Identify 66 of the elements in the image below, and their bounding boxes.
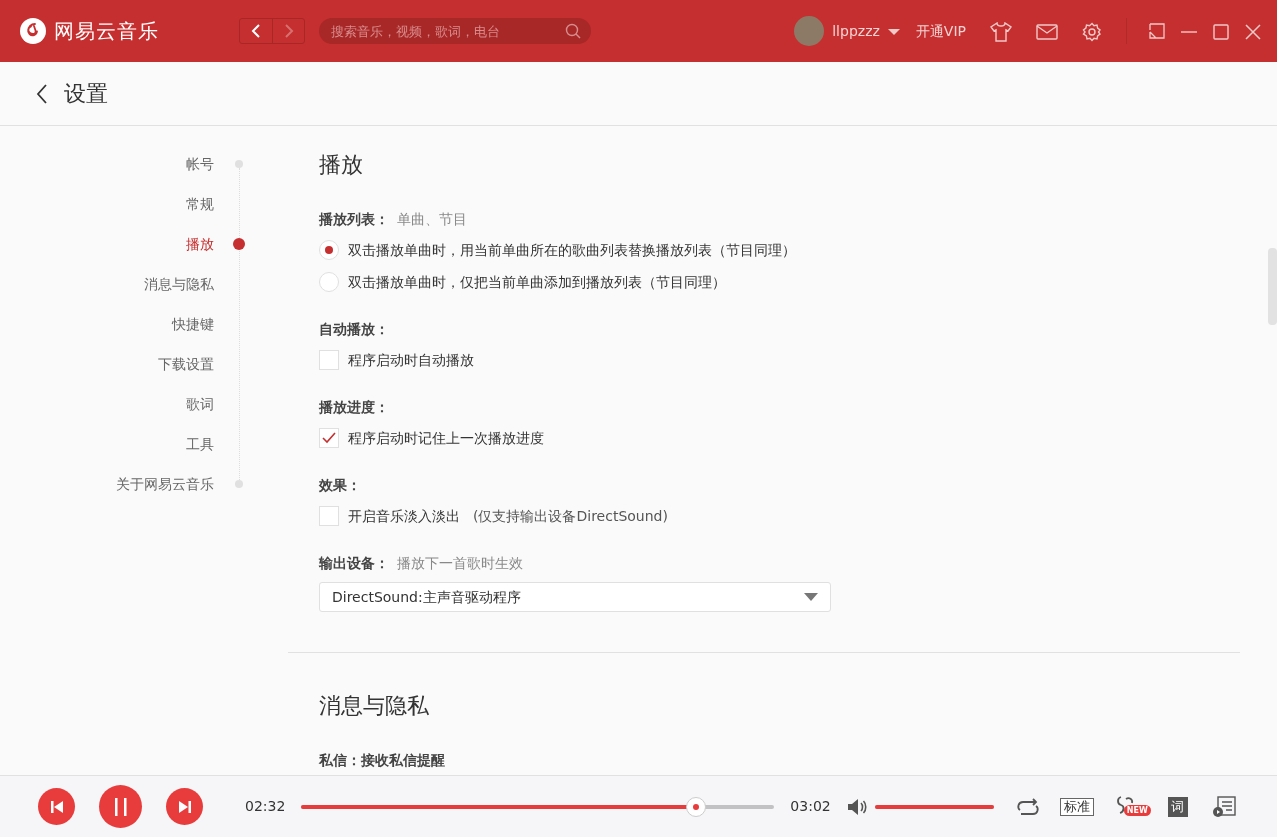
option-label: 双击播放单曲时，用当前单曲所在的歌曲列表替换播放列表（节目同理） bbox=[348, 240, 796, 260]
group-label: 播放进度： bbox=[319, 398, 389, 417]
lyrics-button[interactable]: 词 bbox=[1167, 796, 1188, 817]
settings-nav-item[interactable]: 常规 bbox=[186, 194, 214, 214]
page-title: 设置 bbox=[64, 80, 108, 108]
settings-icon[interactable] bbox=[1082, 21, 1102, 42]
repeat-icon[interactable] bbox=[1015, 798, 1040, 816]
settings-nav-item[interactable]: 播放 bbox=[186, 234, 214, 254]
username[interactable]: llppzzz bbox=[832, 20, 880, 42]
radio-button[interactable] bbox=[319, 272, 339, 292]
pause-icon bbox=[113, 796, 128, 817]
output-device-dropdown[interactable]: DirectSound:主声音驱动程序 bbox=[319, 582, 831, 612]
playlist-icon[interactable] bbox=[1211, 795, 1236, 818]
search-icon[interactable] bbox=[565, 23, 581, 39]
maximize-icon[interactable] bbox=[1213, 23, 1229, 40]
volume-icon[interactable] bbox=[846, 798, 867, 816]
progress-track[interactable] bbox=[301, 796, 775, 817]
progress-thumb[interactable] bbox=[686, 796, 707, 817]
group-hint: 播放下一首歌时生效 bbox=[397, 554, 523, 573]
skip-previous-icon bbox=[49, 799, 64, 814]
quality-button[interactable]: 标准 bbox=[1059, 797, 1094, 816]
scrollbar-thumb[interactable] bbox=[1268, 248, 1277, 325]
settings-nav-item[interactable]: 歌词 bbox=[186, 394, 214, 414]
settings-nav-item[interactable]: 快捷键 bbox=[172, 314, 214, 334]
group-label: 私信：接收私信提醒 bbox=[319, 751, 445, 770]
logo-icon bbox=[20, 18, 46, 44]
settings-nav-item[interactable]: 帐号 bbox=[186, 154, 214, 174]
mini-mode-icon[interactable] bbox=[1147, 22, 1165, 41]
checkbox[interactable] bbox=[319, 506, 339, 526]
checkbox[interactable] bbox=[319, 350, 339, 370]
dropdown-caret-icon bbox=[804, 593, 818, 601]
chevron-left-icon bbox=[251, 24, 261, 38]
option-note: (仅支持输出设备DirectSound) bbox=[473, 506, 668, 526]
settings-nav-item[interactable]: 下载设置 bbox=[158, 354, 214, 374]
search-field[interactable]: 搜索音乐，视频，歌词，电台 bbox=[319, 18, 591, 44]
settings-nav-item[interactable]: 关于网易云音乐 bbox=[116, 474, 214, 494]
active-dot bbox=[233, 238, 245, 250]
app-name: 网易云音乐 bbox=[54, 18, 159, 45]
section-title: 消息与隐私 bbox=[319, 692, 430, 720]
group-label: 自动播放： bbox=[319, 320, 389, 339]
skip-next-icon bbox=[177, 799, 192, 814]
group-label: 效果： bbox=[319, 476, 361, 495]
caret-icon[interactable] bbox=[887, 27, 900, 36]
option-label: 开启音乐淡入淡出 bbox=[348, 506, 460, 526]
checkbox[interactable] bbox=[319, 428, 339, 448]
chevron-right-icon bbox=[283, 24, 294, 38]
vip-link[interactable]: 开通VIP bbox=[915, 20, 966, 42]
pause-button[interactable] bbox=[99, 785, 142, 828]
option-label: 程序启动时记住上一次播放进度 bbox=[348, 428, 544, 448]
close-icon[interactable] bbox=[1245, 23, 1261, 40]
elapsed-time: 02:32 bbox=[245, 797, 286, 816]
tshirt-icon[interactable] bbox=[990, 21, 1012, 42]
option-label: 双击播放单曲时，仅把当前单曲添加到播放列表（节目同理） bbox=[348, 272, 726, 292]
next-button[interactable] bbox=[166, 788, 203, 825]
settings-nav-item[interactable]: 工具 bbox=[186, 434, 214, 454]
total-time: 03:02 bbox=[790, 797, 831, 816]
radio-button[interactable] bbox=[319, 240, 339, 260]
previous-button[interactable] bbox=[38, 788, 75, 825]
settings-nav-item[interactable]: 消息与隐私 bbox=[144, 274, 214, 294]
option-label: 程序启动时自动播放 bbox=[348, 350, 474, 370]
group-label: 输出设备： bbox=[319, 554, 389, 573]
new-badge: NEW bbox=[1123, 804, 1151, 816]
mail-icon[interactable] bbox=[1036, 23, 1058, 40]
section-title: 播放 bbox=[319, 151, 364, 179]
group-hint: 单曲、节目 bbox=[397, 210, 467, 229]
group-label: 播放列表： bbox=[319, 210, 389, 229]
